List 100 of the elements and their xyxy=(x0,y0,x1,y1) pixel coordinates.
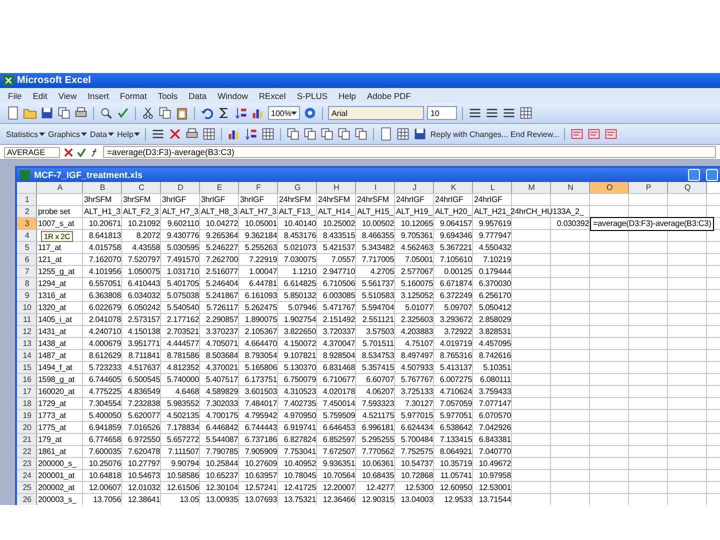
column-header[interactable]: A xyxy=(37,182,83,193)
column-header[interactable]: M xyxy=(512,182,551,193)
row-header[interactable]: 10 xyxy=(17,302,37,313)
sort-icon[interactable] xyxy=(244,127,258,141)
column-header[interactable]: E xyxy=(200,182,239,193)
row-header[interactable]: 13 xyxy=(17,338,37,349)
delete-icon[interactable] xyxy=(168,127,182,141)
menu-item[interactable]: Insert xyxy=(88,90,109,100)
column-header[interactable]: H xyxy=(317,182,356,193)
caret-icon[interactable] xyxy=(134,131,140,137)
toolbar-menu[interactable]: Help xyxy=(116,130,140,138)
column-header[interactable]: G xyxy=(278,182,317,193)
column-header[interactable]: C xyxy=(122,182,161,193)
review-toolbar-text[interactable]: Reply with Changes... End Review... xyxy=(430,130,560,138)
menu-item[interactable]: S-PLUS xyxy=(296,90,328,100)
caret-icon[interactable] xyxy=(291,110,298,116)
copy-icon[interactable] xyxy=(158,106,172,120)
help-icon[interactable] xyxy=(303,106,318,120)
menu-item[interactable]: Tools xyxy=(158,90,178,100)
menu-item[interactable]: Edit xyxy=(32,90,48,100)
copy-icon[interactable] xyxy=(303,127,318,141)
caret-icon[interactable] xyxy=(108,131,114,137)
menu-item[interactable]: RExcel xyxy=(258,90,286,100)
grid-icon[interactable] xyxy=(261,127,276,141)
row-header[interactable]: 9 xyxy=(17,290,37,301)
caret-icon[interactable] xyxy=(81,131,88,137)
toolbar-menu[interactable]: Graphics xyxy=(48,130,88,138)
row-header[interactable]: 25 xyxy=(17,482,37,493)
row-header[interactable]: 12 xyxy=(17,326,37,337)
row-header[interactable]: 2 xyxy=(17,206,37,217)
row-header[interactable]: 16 xyxy=(17,374,37,385)
document-icon[interactable] xyxy=(570,127,584,141)
menu-item[interactable]: Help xyxy=(338,90,356,100)
minimize-button[interactable] xyxy=(688,169,700,181)
column-header[interactable]: D xyxy=(161,182,200,193)
row-header[interactable]: 18 xyxy=(17,398,37,409)
function-icon[interactable] xyxy=(90,148,99,156)
undo-icon[interactable] xyxy=(200,106,214,120)
align-icon[interactable] xyxy=(502,106,516,120)
row-header[interactable]: 23 xyxy=(17,458,37,469)
row-header[interactable]: 4 xyxy=(17,230,37,241)
row-header[interactable]: 5 xyxy=(17,242,37,253)
new-page-icon[interactable] xyxy=(379,127,394,141)
row-header[interactable]: 24 xyxy=(17,470,37,481)
font-size-dropdown[interactable]: 10 xyxy=(427,106,458,120)
row-header[interactable]: 14 xyxy=(17,350,37,361)
menu-item[interactable]: Data xyxy=(188,90,207,100)
column-header[interactable]: I xyxy=(356,182,395,193)
formula-field[interactable]: =average(D3:F3)-average(B3:C3) xyxy=(103,146,716,158)
row-header[interactable]: 19 xyxy=(17,410,37,421)
column-header[interactable]: J xyxy=(395,182,434,193)
font-dropdown[interactable]: Arial xyxy=(328,106,424,120)
folder-icon[interactable] xyxy=(23,106,37,120)
sort-icon[interactable] xyxy=(234,106,248,120)
menu-item[interactable]: Window xyxy=(218,90,248,100)
copy-icon[interactable] xyxy=(354,127,368,141)
row-header[interactable]: 17 xyxy=(17,386,37,397)
document-icon[interactable] xyxy=(604,127,618,141)
column-header[interactable]: L xyxy=(473,182,512,193)
row-header[interactable]: 22 xyxy=(17,446,37,457)
column-header[interactable]: P xyxy=(629,182,668,193)
toolbar-menu[interactable]: Statistics xyxy=(6,130,46,138)
column-header[interactable]: F xyxy=(239,182,278,193)
column-header[interactable]: O xyxy=(590,182,629,193)
row-header[interactable]: 3 xyxy=(17,218,37,229)
column-header[interactable]: B xyxy=(83,182,122,193)
row-header[interactable]: 11 xyxy=(17,314,37,325)
row-header[interactable]: 21 xyxy=(17,434,37,445)
row-header[interactable]: 7 xyxy=(17,266,37,277)
copy-icon[interactable] xyxy=(57,106,71,120)
grid-icon[interactable] xyxy=(202,127,216,141)
printer-icon[interactable] xyxy=(185,127,200,141)
column-header[interactable]: N xyxy=(551,182,590,193)
row-header[interactable]: 15 xyxy=(17,362,37,373)
row-header[interactable]: 20 xyxy=(17,422,37,433)
menu-item[interactable]: Adobe PDF xyxy=(367,90,411,100)
restore-button[interactable] xyxy=(706,169,718,181)
row-header[interactable]: 26 xyxy=(17,494,37,505)
document-icon[interactable] xyxy=(587,127,602,141)
align-icon[interactable] xyxy=(151,127,166,141)
row-header[interactable]: 8 xyxy=(17,278,37,289)
magnifier-icon[interactable] xyxy=(99,106,113,120)
row-header[interactable]: 6 xyxy=(17,254,37,265)
toolbar-menu[interactable]: Data xyxy=(90,130,114,138)
align-icon[interactable] xyxy=(468,106,482,120)
grid-icon[interactable] xyxy=(519,106,534,120)
cell-editor[interactable]: =average(D3:F3)-average(B3:C3) xyxy=(590,217,714,231)
cancel-icon[interactable] xyxy=(64,148,73,156)
clipboard-icon[interactable] xyxy=(175,106,189,120)
copy-icon[interactable] xyxy=(337,127,352,141)
zoom-dropdown[interactable]: 100% xyxy=(268,106,300,120)
name-box[interactable]: AVERAGE xyxy=(4,146,60,158)
menu-item[interactable]: File xyxy=(8,90,22,100)
checkmark-icon[interactable] xyxy=(116,106,130,120)
align-icon[interactable] xyxy=(485,106,500,120)
checkmark-icon[interactable] xyxy=(77,148,86,156)
caret-icon[interactable] xyxy=(39,131,46,137)
copy-icon[interactable] xyxy=(286,127,300,141)
copy-icon[interactable] xyxy=(320,127,334,141)
new-page-icon[interactable] xyxy=(6,106,20,120)
